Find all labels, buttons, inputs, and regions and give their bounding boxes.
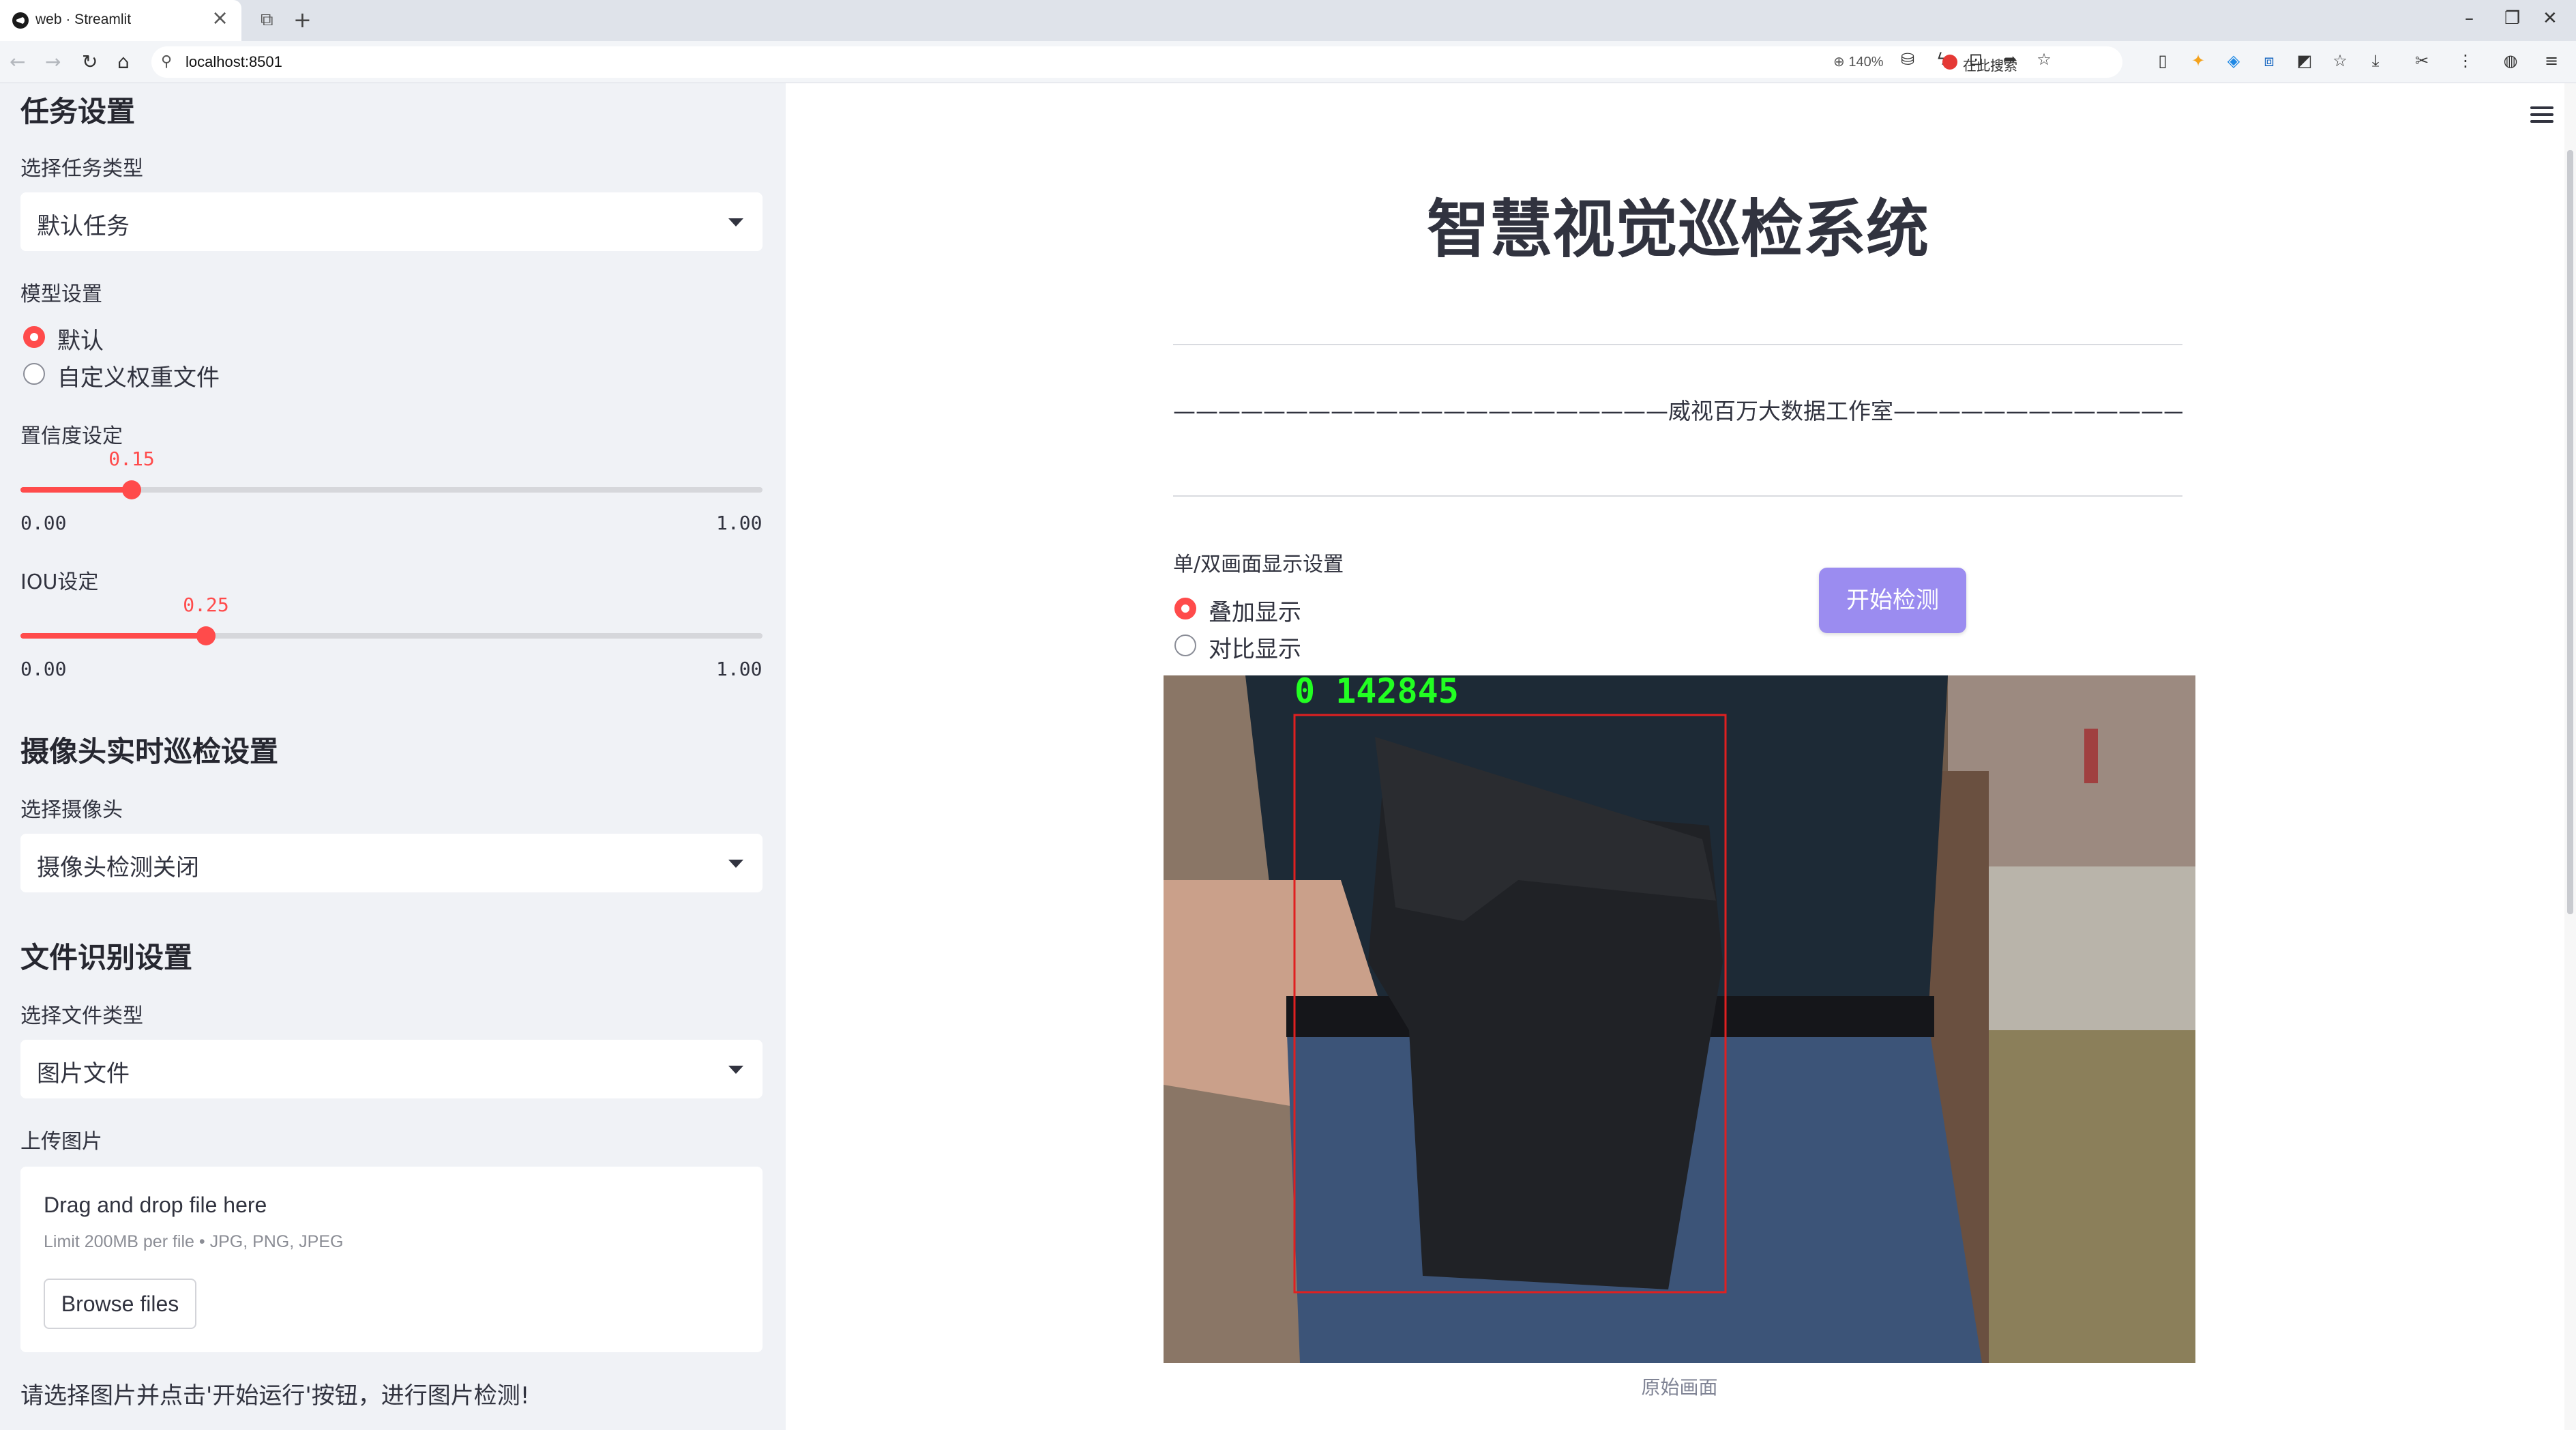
model-option-label: 默认	[57, 327, 104, 355]
file-uploader-dropzone[interactable]: Drag and drop file here Limit 200MB per …	[20, 1167, 763, 1352]
browser-menu-icon[interactable]: ≡	[2541, 50, 2562, 71]
confidence-slider[interactable]: 0.15	[20, 448, 763, 499]
browser-tab[interactable]: web · Streamlit ×	[0, 0, 241, 41]
iou-slider[interactable]: 0.25	[20, 594, 763, 645]
detection-result-image: 0 142845	[1164, 675, 2195, 1363]
extension-2-icon[interactable]: ◈	[2223, 50, 2244, 71]
url-text: localhost:8501	[186, 53, 282, 70]
tab-title: web · Streamlit	[35, 12, 132, 27]
address-bar: ← → ↻ ⌂ ⚲ localhost:8501 ⊕ 140% ⛁ ϟ ⊡ ➦ …	[0, 41, 2576, 83]
radio-selected-icon[interactable]	[23, 326, 45, 348]
camera-select-label: 选择摄像头	[20, 798, 123, 822]
sidebar: 任务设置 选择任务类型 默认任务 模型设置 默认 自定义权重文件 置信度设定 0…	[0, 83, 786, 1430]
extension-3-icon[interactable]: ⧈	[2259, 50, 2279, 71]
browser-search[interactable]: 在此搜索	[1934, 49, 2139, 75]
task-type-select[interactable]: 默认任务	[20, 192, 763, 251]
file-settings-header: 文件识别设置	[20, 941, 193, 974]
more-menu-icon[interactable]: ⋮	[2455, 50, 2476, 71]
display-option-label: 叠加显示	[1209, 599, 1301, 626]
photo-person	[2084, 729, 2098, 783]
streamlit-favicon-icon	[12, 12, 29, 29]
window-close-icon[interactable]: ✕	[2543, 8, 2558, 29]
chevron-down-icon	[728, 860, 743, 868]
file-type-select[interactable]: 图片文件	[20, 1040, 763, 1098]
site-info-icon[interactable]: ⚲	[161, 53, 172, 70]
zoom-indicator[interactable]: ⊕ 140%	[1833, 53, 1883, 70]
forward-icon[interactable]: →	[45, 50, 61, 73]
browse-files-button[interactable]: Browse files	[44, 1279, 196, 1329]
search-engine-icon	[1942, 55, 1957, 70]
divider	[1173, 344, 2182, 345]
zoom-level: 140%	[1848, 55, 1884, 70]
upload-label: 上传图片	[20, 1130, 102, 1154]
task-settings-header: 任务设置	[20, 95, 136, 128]
back-icon[interactable]: ←	[10, 50, 25, 73]
iou-label: IOU设定	[20, 570, 99, 594]
display-mode-label: 单/双画面显示设置	[1173, 553, 1344, 577]
model-option-label: 自定义权重文件	[57, 364, 220, 392]
task-type-value: 默认任务	[37, 213, 130, 240]
photo-grass	[1982, 1030, 2195, 1363]
restore-icon[interactable]: ❐	[2504, 8, 2520, 29]
instruction-text: 请选择图片并点击'开始运行'按钮，进行图片检测!	[20, 1382, 530, 1410]
tab-groups-icon[interactable]: ⧉	[261, 10, 273, 31]
search-placeholder: 在此搜索	[1963, 57, 2017, 74]
app-menu-icon[interactable]	[2530, 106, 2553, 123]
reading-mode-icon[interactable]: ▯	[2152, 50, 2173, 71]
download-icon[interactable]: ⤓	[2365, 50, 2386, 71]
scrollbar-thumb[interactable]	[2567, 150, 2573, 914]
start-detection-button[interactable]: 开始检测	[1819, 568, 1966, 633]
iou-max: 1.00	[716, 658, 763, 680]
camera-select[interactable]: 摄像头检测关闭	[20, 834, 763, 892]
radio-unselected-icon[interactable]	[23, 363, 45, 385]
confidence-value: 0.15	[108, 448, 155, 470]
translate-icon[interactable]: ⛁	[1897, 49, 1918, 70]
image-caption: 原始画面	[1641, 1376, 1718, 1399]
dropzone-limit: Limit 200MB per file • JPG, PNG, JPEG	[44, 1232, 344, 1251]
detection-label: 0 142845	[1294, 675, 1459, 711]
minimize-icon[interactable]: –	[2465, 8, 2474, 29]
tab-close-icon[interactable]: ×	[211, 8, 228, 29]
confidence-label: 置信度设定	[20, 424, 123, 448]
slider-fill	[20, 633, 206, 639]
model-settings-label: 模型设置	[20, 282, 102, 306]
studio-subtitle: ——————————————————————威视百万大数据工作室————————…	[1173, 398, 2182, 424]
profile-avatar-icon[interactable]: ◍	[2500, 50, 2521, 71]
url-field[interactable]: ⚲ localhost:8501 ⊕ 140% ⛁ ϟ ⊡ ➦ ☆	[151, 46, 2122, 78]
screenshot-icon[interactable]: ✂	[2412, 50, 2432, 71]
browser-tab-bar: web · Streamlit × ⧉ + – ❐ ✕	[0, 0, 2576, 41]
iou-value: 0.25	[183, 594, 229, 616]
dropzone-title: Drag and drop file here	[44, 1193, 267, 1217]
favorites-icon[interactable]: ☆	[2330, 50, 2350, 71]
confidence-max: 1.00	[716, 512, 763, 534]
chevron-down-icon	[728, 218, 743, 227]
slider-thumb[interactable]	[122, 480, 141, 499]
extension-1-icon[interactable]: ✦	[2188, 50, 2208, 71]
detection-photo: 0 142845	[1164, 675, 2195, 1363]
task-type-label: 选择任务类型	[20, 157, 143, 181]
camera-value: 摄像头检测关闭	[37, 854, 199, 881]
divider	[1173, 495, 2182, 497]
page-title: 智慧视觉巡检系统	[1426, 193, 1929, 266]
file-type-label: 选择文件类型	[20, 1004, 143, 1028]
slider-fill	[20, 487, 132, 493]
extension-4-icon[interactable]: ◩	[2294, 50, 2315, 71]
slider-thumb[interactable]	[196, 626, 216, 645]
display-option-label: 对比显示	[1209, 636, 1301, 663]
reload-icon[interactable]: ↻	[82, 50, 98, 73]
radio-selected-icon[interactable]	[1174, 598, 1196, 619]
new-tab-icon[interactable]: +	[293, 7, 312, 33]
home-icon[interactable]: ⌂	[117, 50, 130, 73]
chevron-down-icon	[728, 1066, 743, 1074]
iou-min: 0.00	[20, 658, 67, 680]
confidence-min: 0.00	[20, 512, 67, 534]
file-type-value: 图片文件	[37, 1060, 130, 1088]
radio-unselected-icon[interactable]	[1174, 634, 1196, 656]
camera-settings-header: 摄像头实时巡检设置	[20, 735, 279, 768]
